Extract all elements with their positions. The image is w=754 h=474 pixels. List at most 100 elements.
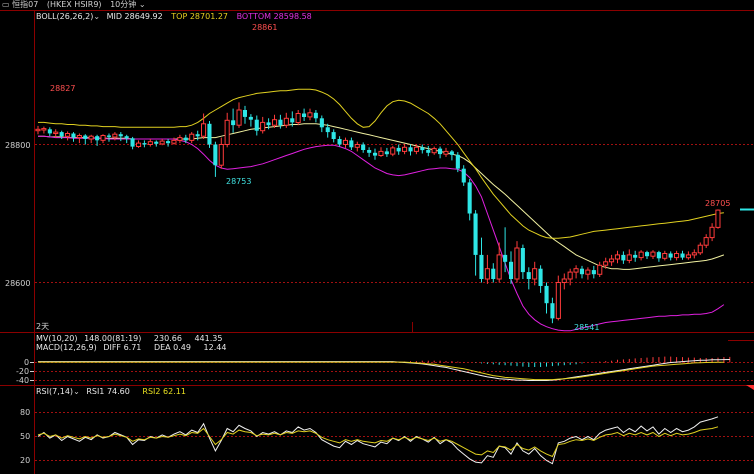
- candle[interactable]: [159, 139, 165, 146]
- candle[interactable]: [319, 115, 324, 133]
- candle[interactable]: [645, 250, 650, 259]
- candle[interactable]: [573, 265, 579, 279]
- candle[interactable]: [614, 250, 621, 264]
- candle[interactable]: [331, 129, 336, 143]
- candle[interactable]: [213, 141, 218, 177]
- candle[interactable]: [53, 129, 59, 138]
- candle[interactable]: [166, 139, 171, 147]
- candle[interactable]: [100, 134, 106, 144]
- stock-chart[interactable]: 28800 28600 0 -20 -40 80 50 20 28861 288…: [0, 0, 754, 474]
- candle[interactable]: [378, 147, 384, 157]
- candle[interactable]: [550, 297, 555, 324]
- candle[interactable]: [242, 105, 247, 124]
- candle[interactable]: [88, 134, 94, 144]
- candle[interactable]: [514, 241, 520, 283]
- candle[interactable]: [426, 145, 431, 157]
- candle[interactable]: [431, 146, 437, 155]
- candle[interactable]: [361, 142, 366, 153]
- candle[interactable]: [538, 265, 543, 293]
- candle[interactable]: [147, 139, 153, 147]
- candle[interactable]: [189, 132, 195, 144]
- candle[interactable]: [302, 108, 307, 121]
- candle[interactable]: [35, 125, 41, 135]
- candle[interactable]: [342, 137, 348, 148]
- candle[interactable]: [544, 282, 549, 314]
- candle[interactable]: [532, 261, 538, 286]
- candle[interactable]: [496, 242, 502, 283]
- candle[interactable]: [650, 250, 656, 259]
- candle[interactable]: [248, 114, 253, 127]
- candle[interactable]: [591, 265, 596, 279]
- candle[interactable]: [236, 102, 242, 128]
- candle[interactable]: [579, 265, 584, 279]
- candle[interactable]: [484, 254, 490, 284]
- candle[interactable]: [626, 249, 632, 264]
- candle[interactable]: [118, 132, 123, 142]
- candle[interactable]: [674, 250, 680, 261]
- candle[interactable]: [83, 134, 88, 145]
- candle[interactable]: [136, 140, 142, 148]
- candle[interactable]: [207, 121, 212, 148]
- candle[interactable]: [438, 146, 443, 159]
- candle[interactable]: [177, 134, 183, 144]
- candle[interactable]: [224, 112, 230, 148]
- candle[interactable]: [656, 250, 661, 262]
- candle[interactable]: [354, 141, 360, 152]
- candle[interactable]: [283, 112, 289, 128]
- candle[interactable]: [373, 148, 378, 160]
- candle[interactable]: [526, 267, 531, 290]
- candle[interactable]: [715, 209, 721, 229]
- candle[interactable]: [503, 227, 508, 273]
- candle[interactable]: [709, 223, 715, 242]
- candle[interactable]: [691, 249, 697, 259]
- candle[interactable]: [555, 275, 561, 321]
- candle[interactable]: [597, 261, 603, 277]
- candle[interactable]: [349, 137, 354, 150]
- candle[interactable]: [443, 147, 449, 157]
- candle[interactable]: [561, 273, 567, 290]
- candle[interactable]: [106, 133, 111, 142]
- candle[interactable]: [697, 242, 703, 255]
- candle[interactable]: [668, 251, 673, 261]
- candle[interactable]: [142, 140, 147, 148]
- candle[interactable]: [662, 250, 668, 261]
- candle[interactable]: [231, 108, 236, 133]
- candle[interactable]: [130, 136, 135, 150]
- candle[interactable]: [408, 144, 413, 156]
- candle[interactable]: [491, 263, 496, 283]
- candle[interactable]: [41, 126, 47, 134]
- candle[interactable]: [633, 250, 638, 262]
- candle[interactable]: [621, 251, 626, 264]
- candle[interactable]: [703, 234, 709, 248]
- candle[interactable]: [47, 127, 52, 137]
- candle[interactable]: [254, 115, 259, 136]
- candle[interactable]: [154, 140, 159, 147]
- candle[interactable]: [390, 145, 396, 157]
- candle[interactable]: [71, 132, 76, 142]
- candle[interactable]: [218, 137, 224, 169]
- candle[interactable]: [295, 110, 301, 126]
- candle[interactable]: [520, 244, 525, 279]
- candle[interactable]: [307, 108, 313, 121]
- candle[interactable]: [337, 136, 342, 147]
- candle[interactable]: [479, 237, 484, 283]
- candle[interactable]: [585, 267, 591, 280]
- candle[interactable]: [467, 179, 472, 221]
- candle[interactable]: [260, 116, 266, 134]
- candle[interactable]: [313, 110, 318, 123]
- candle[interactable]: [402, 143, 408, 155]
- candle[interactable]: [461, 165, 466, 186]
- candle[interactable]: [473, 210, 478, 276]
- candle[interactable]: [65, 131, 71, 141]
- candle[interactable]: [367, 147, 372, 157]
- candle[interactable]: [449, 150, 454, 161]
- candle[interactable]: [685, 251, 692, 260]
- candle[interactable]: [420, 144, 425, 154]
- candle[interactable]: [680, 250, 685, 260]
- candle[interactable]: [509, 251, 514, 284]
- candlesticks[interactable]: [35, 102, 721, 324]
- candle[interactable]: [396, 144, 401, 155]
- candle[interactable]: [384, 147, 389, 157]
- candle[interactable]: [609, 254, 615, 266]
- candle[interactable]: [638, 250, 644, 261]
